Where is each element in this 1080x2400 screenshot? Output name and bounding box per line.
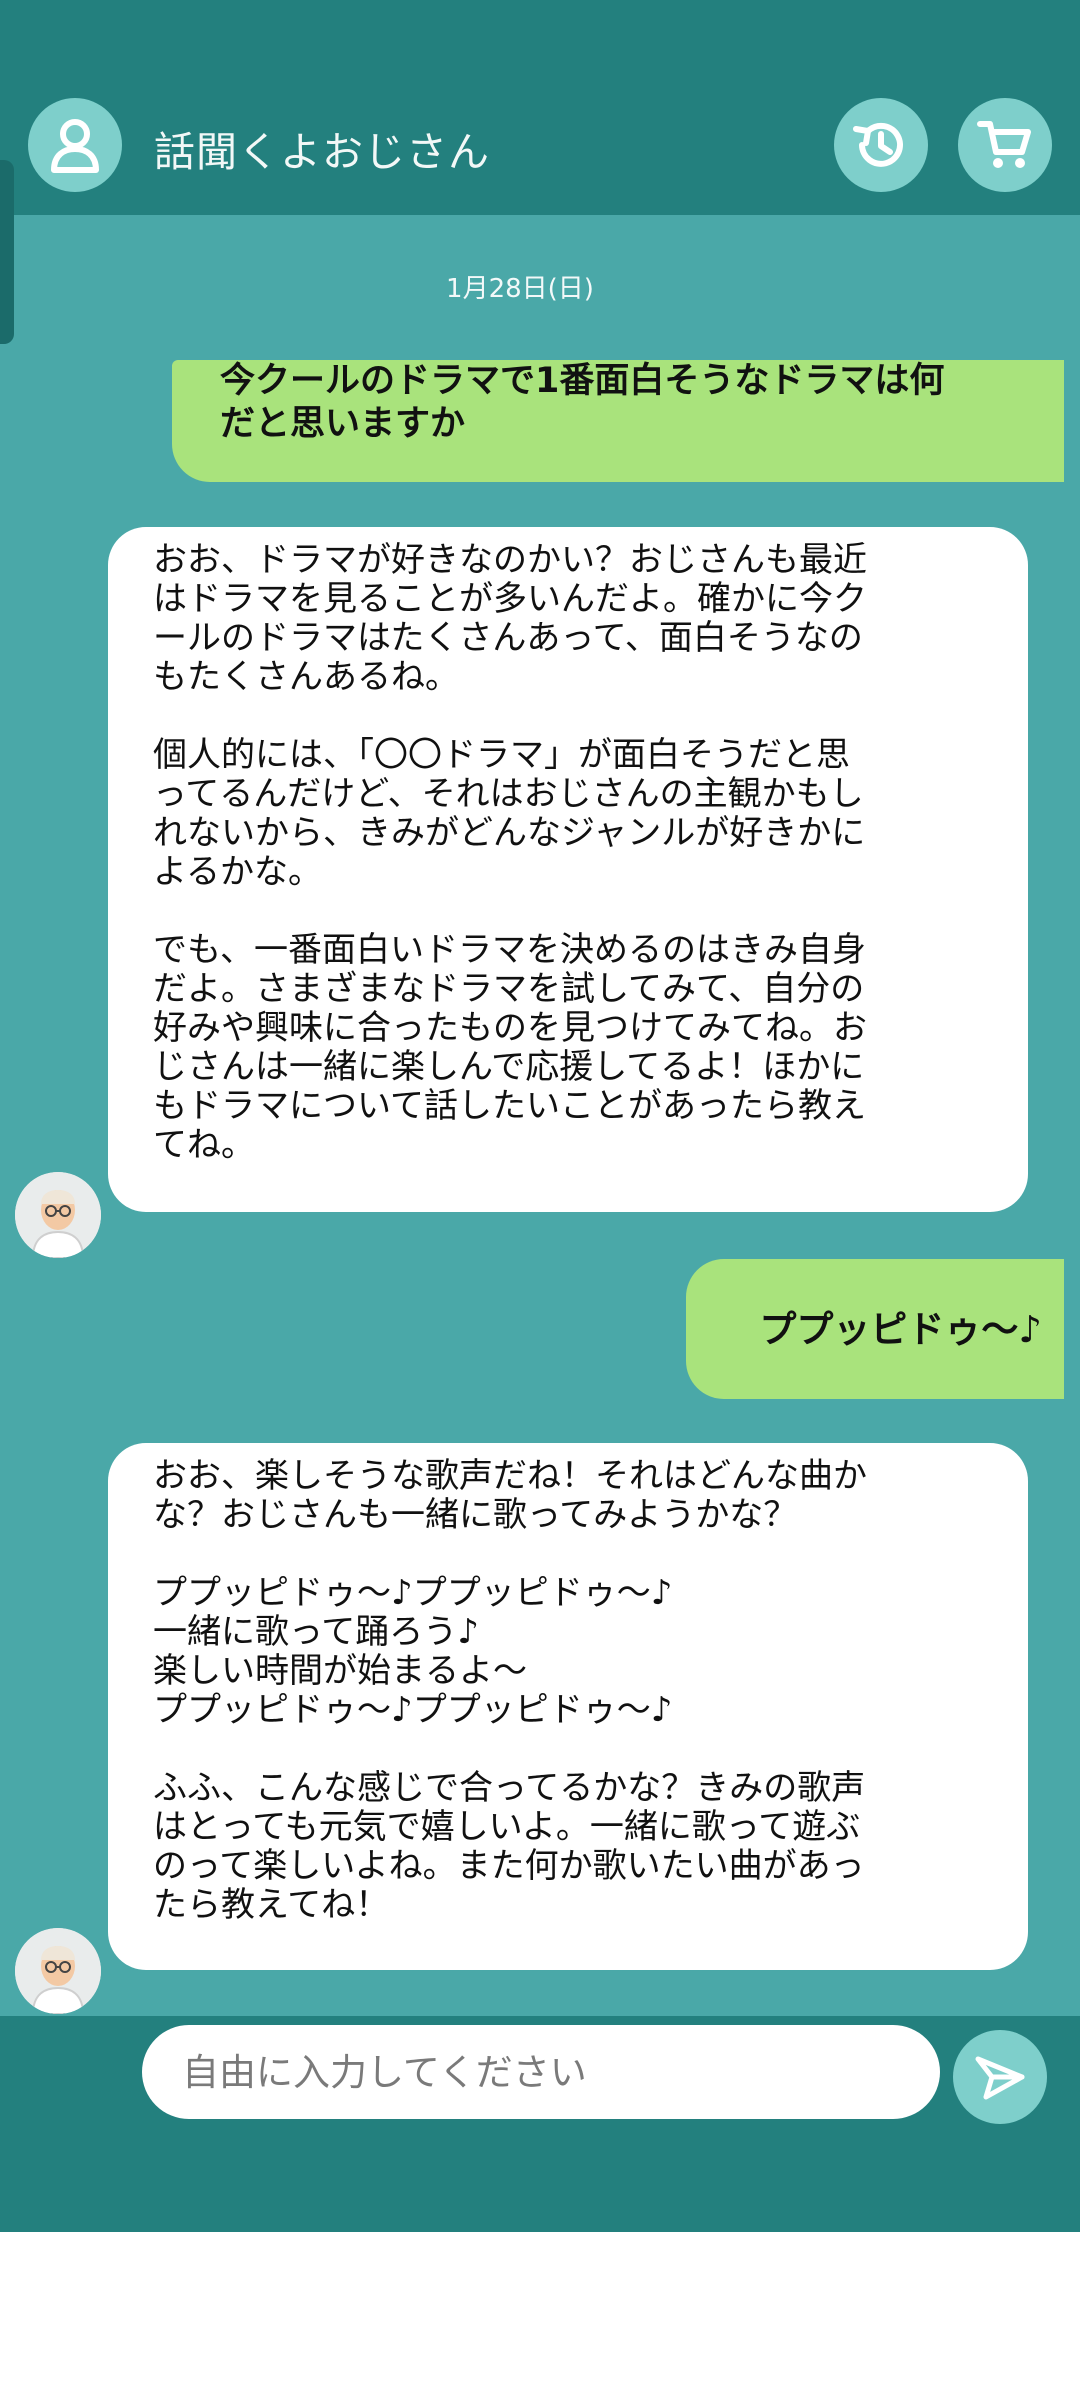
profile-button[interactable] — [28, 98, 122, 192]
message-paragraph: でも、一番面白いドラマを決めるのはきみ自身 だよ。さまざまなドラマを試してみて、… — [153, 930, 867, 1165]
message-text: ププッピドゥ〜♪ — [759, 1307, 1042, 1351]
chat-title: 話聞くよおじさん — [154, 128, 490, 176]
message-paragraph: ププッピドゥ〜♪ププッピドゥ〜♪ 一緒に歌って踊ろう♪ 楽しい時間が始まるよ〜 … — [153, 1573, 673, 1730]
history-icon — [853, 122, 903, 167]
send-button[interactable] — [953, 2030, 1047, 2124]
ojisan-avatar-icon — [15, 1928, 101, 2014]
ojisan-avatar-icon — [15, 1172, 101, 1258]
side-drawer-handle[interactable] — [0, 160, 14, 344]
bot-avatar — [15, 1172, 101, 1258]
message-paragraph: おお、楽しそうな歌声だね！それはどんな曲か な？おじさんも一緒に歌ってみようかな… — [153, 1456, 867, 1535]
user-message: 今クールのドラマで1番面白そうなドラマは何 だと思いますか — [172, 360, 1064, 482]
message-input[interactable] — [142, 2025, 940, 2119]
chat-app: 話聞くよおじさん 1月28日(日) 今クールのドラマで1番面白そうなドラマは何 … — [0, 0, 1080, 2232]
user-icon — [51, 119, 99, 173]
bot-message: おお、ドラマが好きなのかい？おじさんも最近 はドラマを見ることが多いんだよ。確か… — [108, 527, 1028, 1212]
date-separator: 1月28日(日) — [446, 274, 594, 304]
message-paragraph: おお、ドラマが好きなのかい？おじさんも最近 はドラマを見ることが多いんだよ。確か… — [153, 540, 867, 697]
message-paragraph: 個人的には、「〇〇ドラマ」が面白そうだと思 ってるんだけど、それはおじさんの主観… — [153, 735, 866, 892]
user-message: ププッピドゥ〜♪ — [686, 1259, 1064, 1399]
cart-button[interactable] — [958, 98, 1052, 192]
message-paragraph: ふふ、こんな感じで合ってるかな？きみの歌声 はとっても元気で嬉しいよ。一緒に歌っ… — [153, 1768, 866, 1925]
cart-icon — [977, 121, 1031, 168]
send-icon — [975, 2056, 1025, 2100]
history-button[interactable] — [834, 98, 928, 192]
message-text: 今クールのドラマで1番面白そうなドラマは何 だと思いますか — [220, 361, 945, 444]
bot-avatar — [15, 1928, 101, 2014]
bot-message: おお、楽しそうな歌声だね！それはどんな曲か な？おじさんも一緒に歌ってみようかな… — [108, 1443, 1028, 1970]
app-header: 話聞くよおじさん — [0, 0, 1080, 215]
